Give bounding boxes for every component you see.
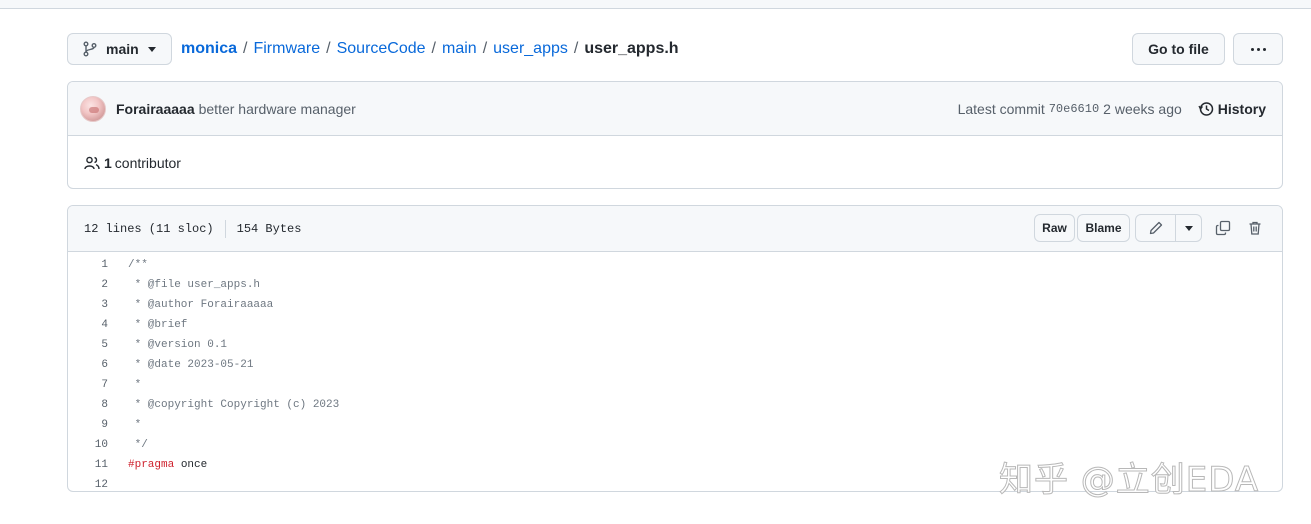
line-number[interactable]: 3	[68, 299, 108, 311]
breadcrumb-separator: /	[326, 40, 331, 57]
line-number[interactable]: 6	[68, 359, 108, 371]
line-number[interactable]: 8	[68, 399, 108, 411]
commit-sha[interactable]: 70e6610	[1049, 102, 1099, 116]
breadcrumb-link-firmware[interactable]: Firmware	[253, 40, 320, 58]
file-viewer: 12 lines (11 sloc) 154 Bytes Raw Blame 1…	[67, 205, 1283, 492]
breadcrumb-link-main[interactable]: main	[442, 40, 477, 58]
more-options-button[interactable]	[1233, 33, 1283, 65]
code-text: * @file user_apps.h	[128, 279, 261, 291]
breadcrumb-link-sourcecode[interactable]: SourceCode	[337, 40, 426, 58]
history-label: History	[1217, 100, 1266, 117]
breadcrumb-repo-link[interactable]: monica	[181, 40, 237, 58]
edit-options-dropdown[interactable]	[1176, 214, 1202, 242]
trash-icon	[1249, 221, 1261, 235]
latest-commit-label: Latest commit	[957, 100, 1045, 117]
branch-selector-button[interactable]: main	[67, 33, 172, 65]
go-to-file-button[interactable]: Go to file	[1132, 33, 1225, 65]
contributor-label: contributor	[114, 154, 181, 171]
line-number[interactable]: 2	[68, 279, 108, 291]
delete-file-button[interactable]	[1240, 214, 1270, 242]
line-number[interactable]: 9	[68, 419, 108, 431]
code-text: */	[128, 439, 148, 451]
branch-name: main	[106, 41, 139, 57]
commit-author[interactable]: Forairaaaaa	[116, 101, 195, 117]
line-number[interactable]: 12	[68, 479, 108, 491]
code-text: * @brief	[128, 319, 188, 331]
commit-time: 2 weeks ago	[1103, 100, 1182, 117]
breadcrumb-separator: /	[573, 40, 579, 57]
contributors-row[interactable]: 1 contributor	[68, 136, 1282, 188]
code-line: 3 * @author Forairaaaaa	[68, 295, 1282, 315]
code-line: 6 * @date 2023-05-21	[68, 355, 1282, 375]
preprocessor-directive: #pragma	[128, 459, 175, 471]
commit-meta: Latest commit 70e6610 2 weeks ago Histor…	[958, 101, 1266, 117]
history-clock-icon	[1198, 101, 1214, 116]
avatar[interactable]	[80, 95, 106, 122]
raw-button[interactable]: Raw	[1034, 214, 1075, 242]
kebab-horizontal-icon	[1250, 47, 1266, 51]
code-line: 9 *	[68, 415, 1282, 435]
file-actions: Raw Blame	[1034, 214, 1270, 242]
code-text: * @author Forairaaaaa	[128, 299, 274, 311]
zhihu-watermark: 知乎 @立创EDA	[998, 460, 1260, 501]
divider	[224, 219, 226, 238]
breadcrumb-separator: /	[482, 40, 488, 57]
code-line: 2 * @file user_apps.h	[68, 275, 1282, 295]
commit-header: Forairaaaaa better hardware manager Late…	[68, 82, 1282, 136]
chevron-down-icon	[147, 46, 156, 52]
code-text: #pragma once	[128, 459, 207, 471]
line-number[interactable]: 10	[68, 439, 108, 451]
code-text: * @copyright Copyright (c) 2023	[128, 399, 340, 411]
chevron-down-icon	[1184, 225, 1193, 231]
line-number[interactable]: 7	[68, 379, 108, 391]
code-text: *	[128, 379, 142, 391]
copy-raw-button[interactable]	[1208, 214, 1238, 242]
line-number[interactable]: 1	[68, 259, 108, 271]
copy-icon	[1215, 220, 1231, 236]
blame-button[interactable]: Blame	[1077, 214, 1130, 242]
breadcrumb: monica / Firmware / SourceCode / main / …	[181, 40, 679, 58]
file-header: 12 lines (11 sloc) 154 Bytes Raw Blame	[68, 206, 1282, 252]
history-link[interactable]: History	[1198, 101, 1266, 117]
directive-argument: once	[174, 459, 208, 471]
breadcrumb-separator: /	[243, 40, 248, 57]
breadcrumb-link-user-apps[interactable]: user_apps	[493, 40, 568, 58]
commit-message[interactable]: better hardware manager	[199, 101, 356, 117]
git-branch-icon	[83, 41, 97, 57]
line-number[interactable]: 5	[68, 339, 108, 351]
code-line: 5 * @version 0.1	[68, 335, 1282, 355]
code-line: 8 * @copyright Copyright (c) 2023	[68, 395, 1282, 415]
code-text: * @version 0.1	[128, 339, 228, 351]
edit-button[interactable]	[1135, 214, 1176, 242]
pencil-icon	[1149, 221, 1162, 235]
file-size: 154 Bytes	[236, 221, 302, 236]
code-text: /**	[128, 259, 148, 271]
code-text: * @date 2023-05-21	[128, 359, 254, 371]
line-number[interactable]: 4	[68, 319, 108, 331]
code-text: *	[128, 419, 142, 431]
people-icon	[84, 156, 100, 169]
breadcrumb-separator: /	[431, 40, 436, 57]
code-line: 4 * @brief	[68, 315, 1282, 335]
line-number[interactable]: 11	[68, 459, 108, 471]
file-lines-info: 12 lines (11 sloc)	[84, 221, 214, 236]
top-header-edge	[0, 0, 1311, 9]
code-line: 1 /**	[68, 255, 1282, 275]
contributor-count: 1	[104, 154, 112, 171]
breadcrumb-current-file: user_apps.h	[584, 40, 679, 57]
code-line: 7 *	[68, 375, 1282, 395]
latest-commit-box: Forairaaaaa better hardware manager Late…	[67, 81, 1283, 189]
